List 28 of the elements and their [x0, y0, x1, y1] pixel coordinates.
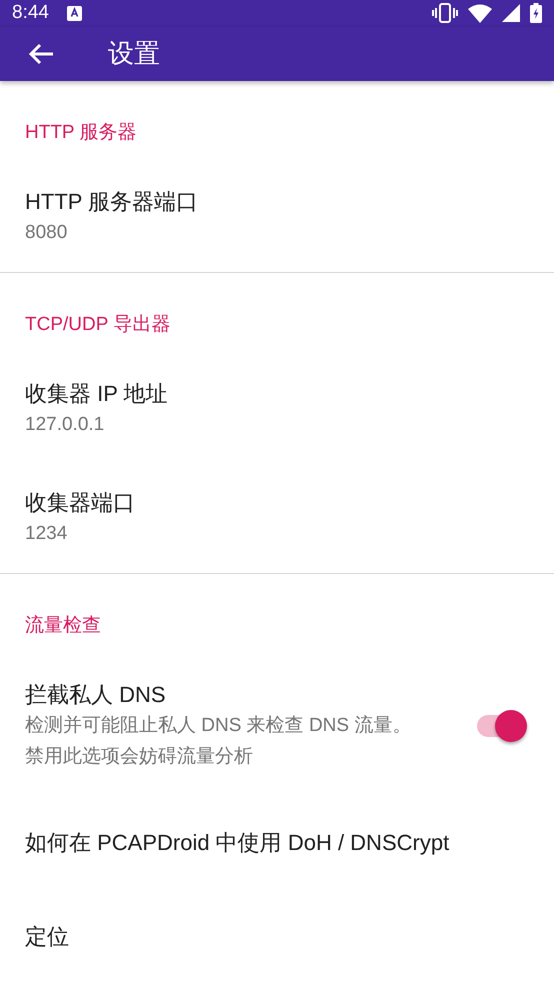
setting-item[interactable]: 如何在 PCAPDroid 中使用 DoH / DNSCrypt	[0, 796, 554, 890]
signal-icon	[502, 4, 520, 22]
setting-title: 定位	[25, 923, 70, 951]
setting-title: 拦截私人 DNS	[25, 681, 167, 709]
setting-summary: 127.0.0.1	[25, 413, 106, 437]
setting-title: HTTP 服务器端口	[25, 188, 200, 216]
category-title: TCP/UDP 导出器	[24, 313, 172, 337]
toggle-switch[interactable]	[475, 708, 529, 744]
setting-item[interactable]: 收集器 IP 地址 127.0.0.1	[0, 355, 554, 464]
status-time: 8:44	[12, 2, 49, 24]
setting-item[interactable]: 定位	[0, 890, 554, 984]
setting-title: 收集器 IP 地址	[25, 380, 169, 408]
keyboard-notification-icon	[66, 6, 82, 21]
battery-charging-icon	[530, 3, 542, 24]
setting-summary: 检测并可能阻止私人 DNS 来检查 DNS 流量。禁用此选项会妨碍流量分析	[25, 714, 412, 769]
setting-item[interactable]: HTTP 服务器端口 8080	[0, 163, 554, 272]
setting-summary: 8080	[25, 221, 68, 245]
setting-title: 如何在 PCAPDroid 中使用 DoH / DNSCrypt	[25, 829, 450, 857]
category-title: HTTP 服务器	[24, 121, 138, 145]
back-button[interactable]	[28, 42, 54, 65]
category-title: 流量检查	[24, 614, 102, 638]
setting-summary: 1234	[25, 522, 68, 546]
app-bar-title: 设置	[108, 38, 160, 72]
setting-item[interactable]: 收集器端口 1234	[0, 464, 554, 573]
setting-item[interactable]: 拦截私人 DNS 检测并可能阻止私人 DNS 来检查 DNS 流量。禁用此选项会妨碍流量分析	[0, 656, 554, 796]
setting-title: 收集器端口	[25, 489, 136, 517]
wifi-icon	[468, 4, 492, 23]
vibrate-icon	[432, 3, 458, 24]
